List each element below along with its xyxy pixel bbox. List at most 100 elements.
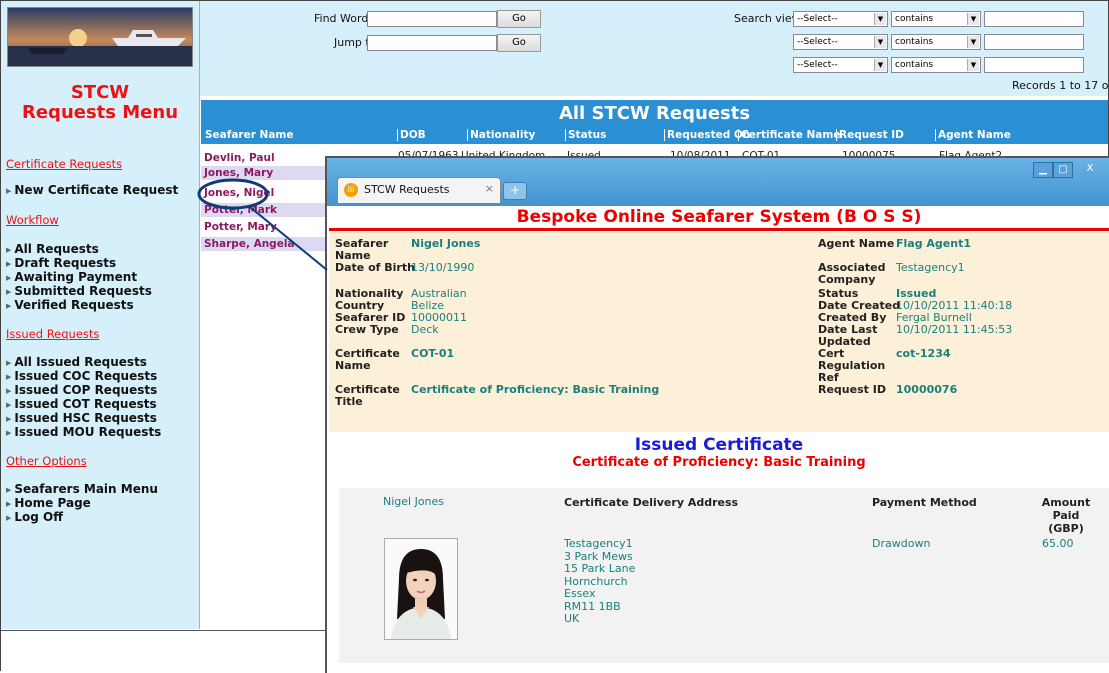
amount-paid-header-line1: Amount Paid xyxy=(1041,496,1091,522)
bottom-strip xyxy=(1,630,326,671)
chevron-down-icon: ▼ xyxy=(967,59,979,71)
col-certificate-name[interactable]: Certificate Name xyxy=(738,129,840,141)
menu-new-certificate-request[interactable]: New Certificate Request xyxy=(6,183,178,199)
address-line: Testagency1 xyxy=(564,537,633,550)
col-agent-name[interactable]: Agent Name xyxy=(935,129,1011,141)
crew-type-value: Deck xyxy=(411,323,439,336)
records-count: Records 1 to 17 of 1 xyxy=(1012,79,1109,92)
select-value: --Select-- xyxy=(797,37,838,47)
chevron-down-icon: ▼ xyxy=(967,36,979,48)
menu-log-off[interactable]: Log Off xyxy=(6,510,63,526)
search-operator-select-2[interactable]: contains ▼ xyxy=(891,34,981,50)
certificate-title-value: Certificate of Proficiency: Basic Traini… xyxy=(411,383,660,396)
table-row-name[interactable]: Potter, Mary xyxy=(201,220,326,234)
requests-table-header: Seafarer Name DOB Nationality Status Req… xyxy=(201,128,1108,144)
address-line: Essex xyxy=(564,587,596,600)
crew-type-label: Crew Type xyxy=(335,323,399,336)
request-id-label: Request ID xyxy=(818,383,886,396)
request-id-value: 10000076 xyxy=(896,383,958,396)
new-tab-button[interactable]: + xyxy=(503,182,527,200)
section-other-options[interactable]: Other Options xyxy=(6,454,87,468)
menu-issued-mou[interactable]: Issued MOU Requests xyxy=(6,425,161,441)
tab-close-icon[interactable]: × xyxy=(485,182,494,195)
col-status[interactable]: Status xyxy=(565,129,606,141)
seafarer-name-label: Seafarer Name xyxy=(335,237,389,262)
date-last-updated-label: Date Last Updated xyxy=(818,323,878,348)
maximize-icon[interactable]: ▢ xyxy=(1053,162,1073,178)
search-value-input-2[interactable] xyxy=(984,34,1084,50)
table-row-name[interactable]: Jones, Nigel xyxy=(201,186,326,200)
table-row-name[interactable]: Jones, Mary xyxy=(201,166,326,180)
address-line: UK xyxy=(564,612,580,625)
search-field-select-1[interactable]: --Select-- ▼ xyxy=(793,11,888,27)
delivery-address: Testagency1 3 Park Mews 15 Park Lane Hor… xyxy=(564,537,636,626)
issued-subheading: Certificate of Proficiency: Basic Traini… xyxy=(572,455,866,470)
table-row-name[interactable]: Sharpe, Angela xyxy=(201,237,326,251)
chevron-down-icon: ▼ xyxy=(967,13,979,25)
cert-regulation-ref-value: cot-1234 xyxy=(896,347,951,360)
section-certificate-requests[interactable]: Certificate Requests xyxy=(6,157,122,171)
yacht-logo-image xyxy=(7,7,193,67)
col-dob[interactable]: DOB xyxy=(397,129,426,141)
chevron-down-icon: ▼ xyxy=(874,59,886,71)
search-bar: Find Word Go Jump to Go Search view --Se… xyxy=(200,1,1109,96)
search-value-input-1[interactable] xyxy=(984,11,1084,27)
request-info-panel: Seafarer Name Nigel Jones Date of Birth … xyxy=(329,232,1109,432)
minimize-icon[interactable]: ▁ xyxy=(1033,162,1053,178)
issued-certificate-heading: Issued Certificate Certificate of Profic… xyxy=(329,435,1109,471)
holder-name: Nigel Jones xyxy=(383,495,445,508)
agent-name-value: Flag Agent1 xyxy=(896,237,972,250)
section-workflow[interactable]: Workflow xyxy=(6,213,59,227)
browser-tab[interactable]: iii STCW Requests × xyxy=(337,177,501,203)
dob-value: 13/10/1990 xyxy=(411,261,475,274)
menu-title-line2: Requests Menu xyxy=(21,102,179,123)
associated-company-value: Testagency1 xyxy=(896,261,965,274)
chevron-down-icon: ▼ xyxy=(874,13,886,25)
search-operator-select-3[interactable]: contains ▼ xyxy=(891,57,981,73)
jump-go-button[interactable]: Go xyxy=(497,34,541,52)
address-line: 15 Park Lane xyxy=(564,562,636,575)
delivery-address-header: Certificate Delivery Address xyxy=(564,496,739,509)
close-window-icon[interactable]: X xyxy=(1073,162,1107,176)
left-menu: STCW Requests Menu Certificate Requests … xyxy=(1,1,200,629)
jump-to-input[interactable] xyxy=(367,35,497,51)
amount-paid-header-line2: (GBP) xyxy=(1048,522,1084,535)
amount-paid-value: 65.00 xyxy=(1042,537,1074,550)
associated-company-label: Associated Company xyxy=(818,261,886,286)
certificate-name-value: COT-01 xyxy=(411,347,455,360)
search-operator-select-1[interactable]: contains ▼ xyxy=(891,11,981,27)
find-word-label: Find Word xyxy=(314,12,369,25)
table-row-name[interactable]: Devlin, Paul xyxy=(201,151,326,165)
site-favicon-icon: iii xyxy=(344,183,358,197)
tab-title: STCW Requests xyxy=(364,183,450,196)
agent-name-label: Agent Name xyxy=(818,237,895,250)
seafarer-photo xyxy=(384,538,458,640)
col-nationality[interactable]: Nationality xyxy=(467,129,535,141)
search-value-input-3[interactable] xyxy=(984,57,1084,73)
select-value: --Select-- xyxy=(797,14,838,24)
seafarer-name-value: Nigel Jones xyxy=(411,237,481,250)
search-field-select-3[interactable]: --Select-- ▼ xyxy=(793,57,888,73)
date-last-updated-value: 10/10/2011 11:45:53 xyxy=(896,323,1013,336)
menu-title: STCW Requests Menu xyxy=(1,83,199,123)
cert-regulation-ref-label: Cert Regulation Ref xyxy=(818,347,886,384)
certificate-name-label: Certificate Name xyxy=(335,347,400,372)
operator-value: contains xyxy=(895,60,934,70)
search-field-select-2[interactable]: --Select-- ▼ xyxy=(793,34,888,50)
menu-verified-requests[interactable]: Verified Requests xyxy=(6,298,133,314)
find-go-button[interactable]: Go xyxy=(497,10,541,28)
section-issued-requests[interactable]: Issued Requests xyxy=(6,327,99,341)
popup-browser-window: iii STCW Requests × + ▁ ▢ X Bespoke Onli… xyxy=(325,156,1109,673)
menu-title-line1: STCW xyxy=(70,82,130,103)
certificate-title-label: Certificate Title xyxy=(335,383,400,408)
table-row-name[interactable]: Potter, Mark xyxy=(201,203,326,217)
system-title: Bespoke Online Seafarer System (B O S S) xyxy=(329,206,1109,231)
amount-paid-header: Amount Paid (GBP) xyxy=(1033,496,1099,535)
payment-method-header: Payment Method xyxy=(872,496,977,509)
col-seafarer-name[interactable]: Seafarer Name xyxy=(203,129,294,141)
find-word-input[interactable] xyxy=(367,11,497,27)
issued-heading: Issued Certificate xyxy=(634,435,804,455)
payment-method-value: Drawdown xyxy=(872,537,931,550)
dob-label: Date of Birth xyxy=(335,261,415,274)
col-request-id[interactable]: Request ID xyxy=(836,129,904,141)
